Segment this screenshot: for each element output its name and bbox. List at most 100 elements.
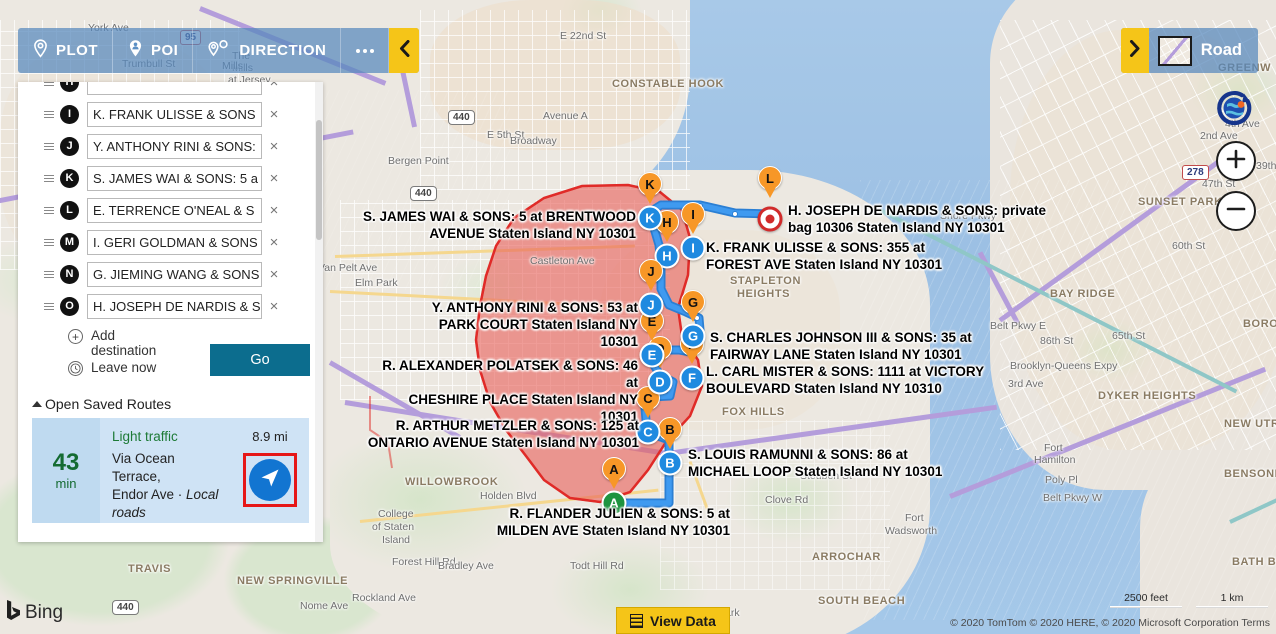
route-stop-d[interactable]: D	[647, 369, 673, 395]
map-place-label: Hamilton	[1034, 454, 1076, 466]
callout-J: Y. ANTHONY RINI & SONS: 53 at PARK COURT…	[431, 300, 638, 349]
map-pin-tip	[687, 223, 699, 234]
remove-destination-button[interactable]: ×	[262, 82, 286, 91]
map-place-label: HEIGHTS	[737, 288, 791, 300]
destination-input[interactable]: S. JAMES WAI & SONS: 5 a	[87, 165, 262, 191]
map-place-label: BATH BE	[1232, 556, 1276, 568]
zoom-in-button[interactable]	[1216, 141, 1256, 181]
map-place-label: Brooklyn-Queens Expy	[1010, 360, 1118, 372]
remove-destination-button[interactable]: ×	[262, 170, 286, 187]
map-place-label: Todt Hill Rd	[570, 560, 624, 572]
remove-destination-button[interactable]: ×	[262, 234, 286, 251]
map-pin-tip	[645, 280, 657, 291]
destination-letter-badge: M	[60, 232, 79, 252]
map-style-selector[interactable]: Road	[1120, 28, 1258, 73]
route-stop-l[interactable]	[757, 206, 783, 232]
map-place-label: BOROU	[1243, 318, 1276, 330]
drag-handle-icon[interactable]	[44, 174, 54, 182]
destination-input[interactable]: Y. ANTHONY RINI & SONS:	[87, 133, 262, 159]
destination-row[interactable]: I K. FRANK ULISSE & SONS ×	[18, 98, 323, 130]
map-place-label: DYKER HEIGHTS	[1098, 390, 1197, 402]
drag-handle-icon[interactable]	[44, 270, 54, 278]
route-stop-j[interactable]: J	[638, 292, 664, 318]
destination-input[interactable]: I. GERI GOLDMAN & SONS	[87, 229, 262, 255]
destination-row[interactable]: N G. JIEMING WANG & SONS ×	[18, 258, 323, 290]
route-stop-b[interactable]: B	[657, 450, 683, 476]
destination-row[interactable]: K S. JAMES WAI & SONS: 5 a ×	[18, 162, 323, 194]
panel-scrollbar-thumb[interactable]	[316, 120, 322, 240]
drag-handle-icon[interactable]	[44, 238, 54, 246]
drag-handle-icon[interactable]	[44, 142, 54, 150]
route-stop-c[interactable]: C	[635, 419, 661, 445]
map-place-label: 2nd Ave	[1200, 130, 1238, 142]
open-saved-routes-toggle[interactable]: Open Saved Routes	[32, 396, 323, 412]
map-pin-k[interactable]: K	[638, 172, 662, 204]
map-pin-l[interactable]: L	[758, 166, 782, 198]
go-button[interactable]: Go	[210, 344, 310, 376]
route-stop-g[interactable]: G	[680, 323, 706, 349]
map-place-label: NEW UTR	[1224, 418, 1276, 430]
destination-row[interactable]: J Y. ANTHONY RINI & SONS: ×	[18, 130, 323, 162]
callout-G: S. CHARLES JOHNSON III & SONS: 35 at FAI…	[710, 330, 972, 362]
destination-input[interactable]: G. JIEMING WANG & SONS	[87, 261, 262, 287]
map-place-label: Bergen Point	[388, 155, 449, 167]
drag-handle-icon[interactable]	[44, 302, 54, 310]
map-place-label: College	[378, 508, 414, 520]
route-result-card[interactable]: 43 min Light traffic Via Ocean Terrace, …	[32, 418, 309, 523]
map-place-label: STAPLETON	[730, 275, 801, 287]
map-pin-b[interactable]: B	[658, 417, 682, 449]
map-pin-tip	[646, 330, 658, 341]
direction-pin-icon	[207, 39, 232, 62]
scale-feet-label: 2500 feet	[1124, 592, 1168, 604]
panel-scrollbar[interactable]	[315, 82, 323, 542]
remove-destination-button[interactable]: ×	[262, 266, 286, 283]
toolbar-plot-button[interactable]: PLOT	[18, 28, 113, 73]
callout-E: R. ALEXANDER POLATSEK & SONS: 46 at CHES…	[382, 358, 638, 424]
route-via-italic: Local	[186, 487, 219, 502]
destination-input[interactable]: E. TERRENCE O'NEAL & S	[87, 197, 262, 223]
add-destination-label: Add destination	[91, 328, 157, 358]
route-stop-e[interactable]: E	[639, 342, 665, 368]
drag-handle-icon[interactable]	[44, 110, 54, 118]
map-style-label: Road	[1200, 41, 1242, 59]
toolbar-more-button[interactable]	[341, 28, 390, 73]
plot-pin-icon	[32, 39, 49, 62]
route-stop-i[interactable]: I	[680, 235, 706, 261]
remove-destination-button[interactable]: ×	[262, 106, 286, 123]
route-stop-k[interactable]: K	[637, 205, 663, 231]
route-stop-f[interactable]: F	[679, 365, 705, 391]
drag-handle-icon[interactable]	[44, 206, 54, 214]
remove-destination-button[interactable]: ×	[262, 298, 286, 315]
destination-input[interactable]: K. FRANK ULISSE & SONS	[87, 101, 262, 127]
open-saved-routes-label: Open Saved Routes	[45, 396, 172, 412]
locate-me-button[interactable]	[1214, 88, 1256, 130]
map-pin-g[interactable]: G	[681, 290, 705, 322]
destination-input[interactable]: H. JOSEPH DE NARDIS & S	[87, 293, 262, 319]
map-pin-i[interactable]: I	[681, 202, 705, 234]
drag-handle-icon[interactable]	[44, 82, 54, 86]
remove-destination-button[interactable]: ×	[262, 138, 286, 155]
bing-logo[interactable]: Bing	[6, 599, 63, 626]
toolbar-collapse-button[interactable]	[389, 28, 420, 73]
toolbar-poi-button[interactable]: POI	[113, 28, 194, 73]
destination-row[interactable]: O H. JOSEPH DE NARDIS & S ×	[18, 290, 323, 322]
destination-row[interactable]: M I. GERI GOLDMAN & SONS ×	[18, 226, 323, 258]
destination-row[interactable]: L E. TERRENCE O'NEAL & S ×	[18, 194, 323, 226]
destination-input[interactable]	[87, 82, 262, 95]
map-place-label: E 22nd St	[560, 30, 607, 42]
toolbar-direction-button[interactable]: DIRECTION	[193, 28, 342, 73]
table-list-icon	[630, 613, 643, 628]
view-data-button[interactable]: View Data	[616, 607, 730, 634]
map-pin-j[interactable]: J	[639, 259, 663, 291]
navigate-arrow-icon	[258, 466, 282, 495]
route-duration-unit: min	[55, 476, 77, 491]
map-place-label: Van Pelt Ave	[318, 262, 378, 274]
zoom-out-button[interactable]	[1216, 191, 1256, 231]
map-place-label: Castleton Ave	[530, 255, 595, 267]
scale-km-label: 1 km	[1220, 592, 1244, 604]
navigate-button[interactable]	[249, 459, 291, 501]
destination-row[interactable]: H ×	[18, 82, 323, 98]
map-pin-a[interactable]: A	[602, 457, 626, 489]
remove-destination-button[interactable]: ×	[262, 202, 286, 219]
map-style-expand-button[interactable]	[1120, 28, 1149, 73]
